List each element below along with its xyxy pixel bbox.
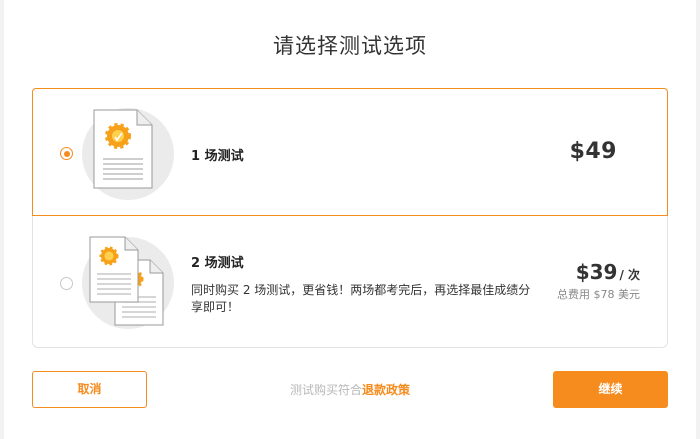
options-list: 1 场测试 $49 2 场测试 同时购买 2 场测试，更省钱！两场都考完后，再选… — [32, 88, 668, 348]
policy-prefix: 测试购买符合 — [289, 383, 362, 397]
radio-two-tests[interactable] — [60, 277, 73, 290]
radio-one-test[interactable] — [60, 147, 73, 160]
refund-policy-text: 测试购买符合退款政策 — [200, 381, 500, 398]
option-price: $39 — [575, 260, 618, 284]
option-total: 总费用 $78 美元 — [557, 288, 640, 301]
option-title: 1 场测试 — [191, 149, 244, 164]
dialog-title: 请选择测试选项 — [273, 34, 427, 58]
two-documents-icon — [89, 236, 164, 326]
option-title: 2 场测试 — [191, 256, 244, 271]
option-price-block: $39/ 次 总费用 $78 美元 — [557, 260, 640, 302]
price-unit: / 次 — [619, 268, 640, 282]
option-price: $49 — [569, 139, 617, 164]
option-description: 同时购买 2 场测试，更省钱！两场都考完后，再选择最佳成绩分享即可！ — [191, 283, 531, 314]
option-one-test[interactable]: 1 场测试 $49 — [32, 88, 668, 216]
document-icon — [93, 109, 153, 189]
cancel-button[interactable]: 取消 — [32, 371, 147, 408]
option-two-tests[interactable]: 2 场测试 同时购买 2 场测试，更省钱！两场都考完后，再选择最佳成绩分享即可！… — [32, 215, 668, 348]
refund-policy-link[interactable]: 退款政策 — [362, 383, 410, 397]
continue-button[interactable]: 继续 — [553, 371, 668, 408]
